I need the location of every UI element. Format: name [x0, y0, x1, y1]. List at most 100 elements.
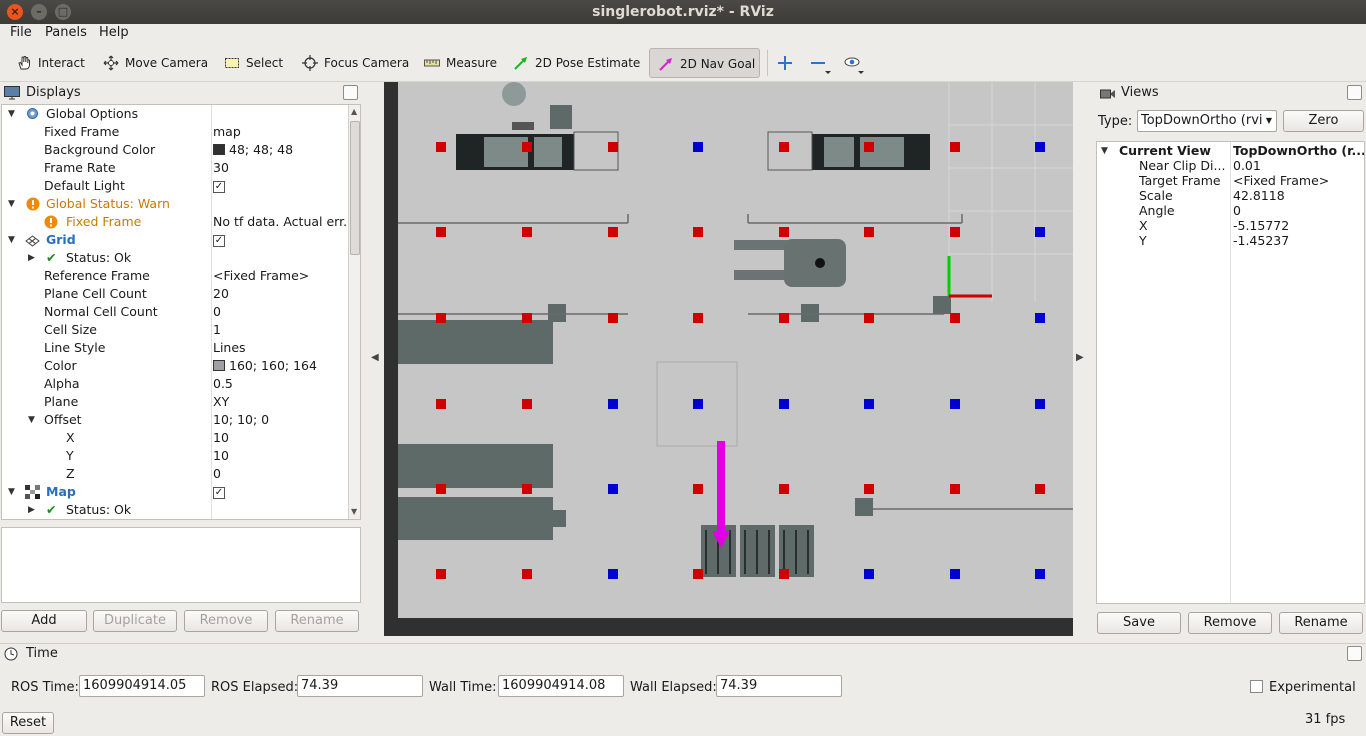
expand-arrow-icon[interactable]: ▼: [8, 231, 15, 249]
remove-view-button[interactable]: Remove: [1188, 612, 1272, 634]
tool-focus-camera[interactable]: Focus Camera: [294, 48, 417, 78]
save-view-button[interactable]: Save: [1097, 612, 1181, 634]
tree-row-plane-cell-count[interactable]: Plane Cell Count 20: [2, 285, 348, 303]
scroll-down-icon[interactable]: ▼: [351, 507, 357, 516]
tree-row-frame-rate[interactable]: Frame Rate 30: [2, 159, 348, 177]
add-tool-button[interactable]: [776, 54, 794, 76]
wall-time-field[interactable]: 1609904914.08: [498, 675, 624, 697]
tree-row-fixed-frame[interactable]: Fixed Frame map: [2, 123, 348, 141]
alpha-value[interactable]: 0.5: [213, 375, 347, 393]
tree-row-color[interactable]: Color 160; 160; 164: [2, 357, 348, 375]
tree-row-offset-z[interactable]: Z 0: [2, 465, 348, 483]
tree-row-offset[interactable]: ▼ Offset 10; 10; 0: [2, 411, 348, 429]
close-window-button[interactable]: ×: [7, 4, 23, 20]
clock-icon: [4, 647, 18, 668]
offset-z-value[interactable]: 0: [213, 465, 347, 483]
expand-arrow-icon[interactable]: ▼: [8, 483, 15, 501]
default-light-checkbox[interactable]: ✓: [213, 180, 225, 193]
tree-label: Fixed Frame: [44, 124, 120, 139]
tree-row-offset-y[interactable]: Y 10: [2, 447, 348, 465]
minus-icon: [809, 62, 833, 80]
ros-elapsed-field[interactable]: 74.39: [297, 675, 423, 697]
menu-panels[interactable]: Panels: [45, 25, 87, 40]
tree-label: X: [66, 430, 75, 445]
tree-row-default-light[interactable]: Default Light ✓: [2, 177, 348, 195]
tree-row-map[interactable]: ▼ Map ✓: [2, 483, 348, 501]
tree-row-fixed-frame-status[interactable]: Fixed Frame No tf data. Actual err.: [2, 213, 348, 231]
reference-frame-value[interactable]: <Fixed Frame>: [213, 267, 347, 285]
tool-2d-nav-goal[interactable]: 2D Nav Goal: [649, 48, 760, 78]
view-prop-y[interactable]: Y -1.45237: [1097, 232, 1366, 250]
tree-row-background-color[interactable]: Background Color 48; 48; 48: [2, 141, 348, 159]
map-render[interactable]: [384, 82, 1073, 636]
tree-row-reference-frame[interactable]: Reference Frame <Fixed Frame>: [2, 267, 348, 285]
menu-file[interactable]: File: [10, 25, 32, 40]
panels-visibility-button[interactable]: [842, 54, 868, 80]
fixed-frame-value[interactable]: map: [213, 123, 347, 141]
tree-row-normal-cell-count[interactable]: Normal Cell Count 0: [2, 303, 348, 321]
plane-cell-count-value[interactable]: 20: [213, 285, 347, 303]
wall-elapsed-label: Wall Elapsed:: [630, 680, 717, 695]
menu-help[interactable]: Help: [99, 25, 129, 40]
tree-row-offset-x[interactable]: X 10: [2, 429, 348, 447]
render-view[interactable]: [384, 82, 1073, 636]
scrollbar-thumb[interactable]: [350, 121, 360, 255]
tree-row-global-options[interactable]: ▼ Global Options: [2, 105, 348, 123]
tool-move-camera[interactable]: Move Camera: [95, 48, 216, 78]
remove-tool-button[interactable]: [809, 54, 833, 80]
collapse-right-icon[interactable]: ▶: [1076, 352, 1084, 363]
view-y-value[interactable]: -1.45237: [1233, 232, 1289, 250]
collapse-left-icon[interactable]: ◀: [371, 352, 379, 363]
ros-time-field[interactable]: 1609904914.05: [79, 675, 205, 697]
normal-cell-count-value[interactable]: 0: [213, 303, 347, 321]
tree-row-grid[interactable]: ▼ Grid ✓: [2, 231, 348, 249]
zero-view-button[interactable]: Zero: [1283, 110, 1364, 132]
grid-enabled-checkbox[interactable]: ✓: [213, 234, 225, 247]
tool-2d-pose-estimate[interactable]: 2D Pose Estimate: [505, 48, 648, 78]
reset-button[interactable]: Reset: [2, 712, 54, 734]
tree-row-global-status[interactable]: ▼ Global Status: Warn: [2, 195, 348, 213]
tree-row-map-status[interactable]: ▶ ✔ Status: Ok: [2, 501, 348, 519]
background-color-value[interactable]: 48; 48; 48: [213, 141, 347, 159]
displays-scrollbar[interactable]: ▲ ▼: [348, 105, 360, 519]
experimental-checkbox[interactable]: [1250, 680, 1263, 693]
plus-icon: [776, 56, 794, 76]
cell-size-value[interactable]: 1: [213, 321, 347, 339]
add-display-button[interactable]: Add: [1, 610, 87, 632]
frame-rate-value[interactable]: 30: [213, 159, 347, 177]
tree-row-grid-status[interactable]: ▶ ✔ Status: Ok: [2, 249, 348, 267]
offset-y-value[interactable]: 10: [213, 447, 347, 465]
time-undock-button[interactable]: [1347, 646, 1362, 661]
views-undock-button[interactable]: [1347, 85, 1362, 100]
tree-row-line-style[interactable]: Line Style Lines: [2, 339, 348, 357]
tree-row-alpha[interactable]: Alpha 0.5: [2, 375, 348, 393]
view-type-select[interactable]: TopDownOrtho (rvi ▼: [1137, 110, 1277, 132]
rename-display-button[interactable]: Rename: [275, 610, 359, 632]
offset-x-value[interactable]: 10: [213, 429, 347, 447]
tool-select[interactable]: Select: [216, 48, 291, 78]
line-style-value[interactable]: Lines: [213, 339, 347, 357]
plane-value[interactable]: XY: [213, 393, 347, 411]
rename-view-button[interactable]: Rename: [1279, 612, 1363, 634]
tool-interact[interactable]: Interact: [8, 48, 93, 78]
nav-goal-arrow-icon: [658, 56, 674, 72]
scroll-up-icon[interactable]: ▲: [351, 107, 357, 116]
grid-color-value[interactable]: 160; 160; 164: [213, 357, 347, 375]
tool-measure[interactable]: Measure: [416, 48, 505, 78]
duplicate-display-button[interactable]: Duplicate: [93, 610, 177, 632]
minimize-window-button[interactable]: –: [31, 4, 47, 20]
expand-arrow-icon[interactable]: ▼: [8, 195, 15, 213]
remove-display-button[interactable]: Remove: [184, 610, 268, 632]
maximize-window-button[interactable]: □: [55, 4, 71, 20]
expand-arrow-icon[interactable]: ▶: [28, 249, 35, 267]
offset-value[interactable]: 10; 10; 0: [213, 411, 347, 429]
expand-arrow-icon[interactable]: ▶: [28, 501, 35, 519]
expand-arrow-icon[interactable]: ▼: [28, 411, 35, 429]
tree-row-cell-size[interactable]: Cell Size 1: [2, 321, 348, 339]
tree-row-plane[interactable]: Plane XY: [2, 393, 348, 411]
expand-arrow-icon[interactable]: ▼: [8, 105, 15, 123]
map-enabled-checkbox[interactable]: ✓: [213, 486, 225, 499]
displays-undock-button[interactable]: [343, 85, 358, 100]
wall-elapsed-field[interactable]: 74.39: [716, 675, 842, 697]
display-description-box: [1, 527, 361, 603]
